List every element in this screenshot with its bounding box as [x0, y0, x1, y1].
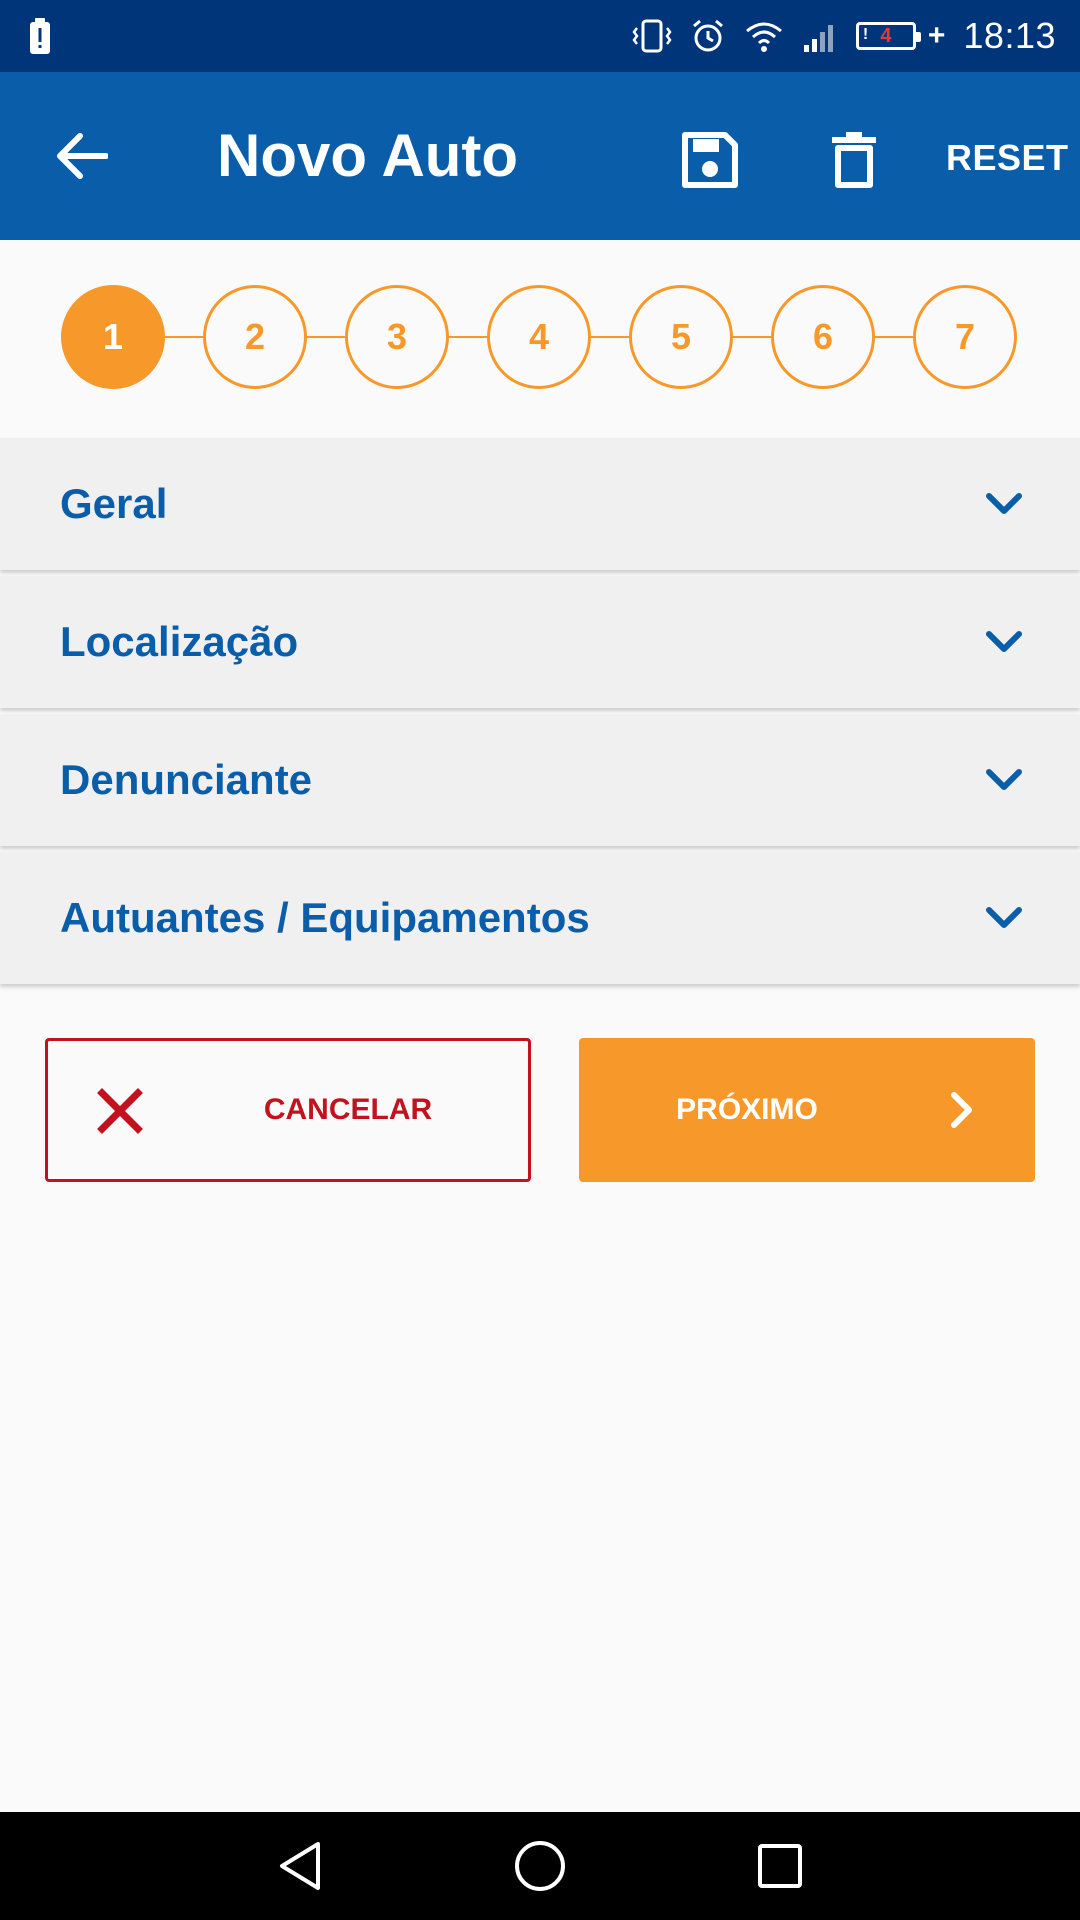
section-autuantes-equipamentos[interactable]: Autuantes / Equipamentos: [0, 852, 1080, 984]
app-bar: Novo Auto RESET: [0, 72, 1080, 240]
chevron-down-icon: [986, 631, 1022, 652]
save-icon: [682, 132, 738, 188]
next-button[interactable]: PRÓXIMO: [579, 1038, 1035, 1182]
delete-icon: [832, 132, 876, 188]
step-7[interactable]: 7: [913, 285, 1017, 389]
section-label: Localização: [60, 618, 299, 665]
section-denunciante[interactable]: Denunciante: [0, 714, 1080, 846]
back-triangle-icon: [280, 1842, 320, 1890]
alarm-icon: [690, 18, 726, 54]
step-3[interactable]: 3: [345, 285, 449, 389]
step-6[interactable]: 6: [771, 285, 875, 389]
battery-level: 4: [880, 25, 892, 47]
status-time: 18:13: [963, 15, 1056, 56]
chevron-down-icon: [986, 493, 1022, 514]
cancel-label: CANCELAR: [263, 1093, 433, 1126]
step-4[interactable]: 4: [487, 285, 591, 389]
battery-alert-icon: [28, 18, 52, 56]
section-list: Geral Localização Denunciante Autuantes …: [0, 438, 1080, 990]
save-button[interactable]: [672, 122, 748, 198]
system-navigation-bar: [0, 1812, 1080, 1920]
section-label: Geral: [60, 480, 168, 527]
cancel-button[interactable]: CANCELAR: [45, 1038, 531, 1182]
status-indicators: ! 4 + 18:13: [632, 0, 1056, 72]
section-label: Autuantes / Equipamentos: [60, 894, 590, 941]
back-button[interactable]: [48, 122, 116, 190]
reset-button[interactable]: RESET: [946, 134, 1069, 182]
battery-icon: ! 4: [855, 22, 921, 50]
next-label: PRÓXIMO: [676, 1093, 818, 1126]
chevron-right-icon: [951, 1092, 972, 1128]
close-icon: [97, 1088, 143, 1134]
nav-home-button[interactable]: [510, 1836, 570, 1896]
nav-recents-button[interactable]: [750, 1836, 810, 1896]
back-arrow-icon: [57, 133, 108, 179]
status-bar: ! 4 + 18:13: [0, 0, 1080, 72]
home-circle-icon: [515, 1841, 565, 1891]
section-geral[interactable]: Geral: [0, 438, 1080, 570]
recents-square-icon: [758, 1844, 802, 1888]
step-5[interactable]: 5: [629, 285, 733, 389]
step-2[interactable]: 2: [203, 285, 307, 389]
step-1[interactable]: 1: [61, 285, 165, 389]
wifi-icon: [744, 19, 784, 53]
nav-back-button[interactable]: [270, 1836, 330, 1896]
delete-button[interactable]: [818, 122, 890, 198]
page-title: Novo Auto: [217, 122, 519, 189]
vibrate-icon: [632, 18, 672, 54]
chevron-down-icon: [986, 769, 1022, 790]
chevron-down-icon: [986, 907, 1022, 928]
charging-indicator: +: [927, 19, 946, 52]
section-localizacao[interactable]: Localização: [0, 576, 1080, 708]
stepper: 1 2 3 4 5 6 7: [0, 240, 1080, 438]
section-label: Denunciante: [60, 756, 313, 803]
signal-icon: [802, 19, 838, 53]
battery-warning-mark: !: [862, 26, 869, 43]
